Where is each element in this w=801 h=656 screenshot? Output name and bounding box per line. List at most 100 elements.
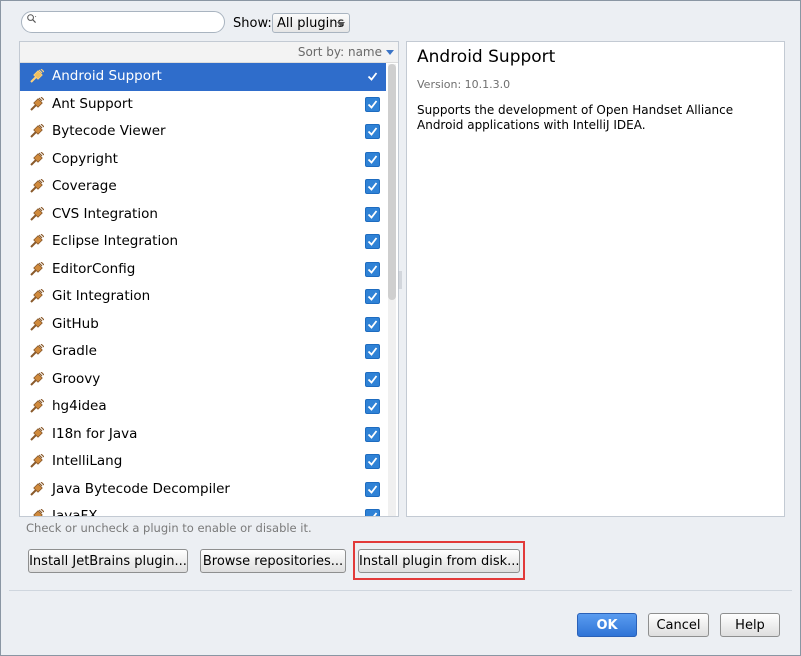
plugin-enable-checkbox[interactable] <box>365 96 380 112</box>
checkmark-icon <box>367 292 378 301</box>
plugin-icon <box>30 344 44 358</box>
plugin-enable-checkbox[interactable] <box>365 426 380 442</box>
plugin-icon <box>30 179 44 193</box>
plugin-row[interactable]: Java Bytecode Decompiler <box>20 476 386 504</box>
plugin-row[interactable]: Gradle <box>20 338 386 366</box>
plugin-icon <box>30 234 44 248</box>
plugin-row[interactable]: Git Integration <box>20 283 386 311</box>
plugin-row[interactable]: I18n for Java <box>20 421 386 449</box>
plugin-row[interactable]: hg4idea <box>20 393 386 421</box>
plugin-enable-checkbox[interactable] <box>365 124 380 139</box>
plugin-enable-checkbox[interactable] <box>365 289 380 304</box>
checkmark-icon <box>367 72 378 81</box>
plugin-icon <box>30 454 44 468</box>
checkmark-icon <box>367 237 378 246</box>
plugin-row[interactable]: EditorConfig <box>20 256 386 284</box>
plugin-icon <box>30 69 44 83</box>
plugin-enable-checkbox[interactable] <box>365 151 380 167</box>
checkmark-icon <box>367 127 378 136</box>
install-jetbrains-plugin-button[interactable]: Install JetBrains plugin... <box>28 549 188 573</box>
checkmark-icon <box>367 99 378 109</box>
plugin-row[interactable]: Android Support <box>20 63 386 91</box>
hint-text: Check or uncheck a plugin to enable or d… <box>26 521 312 535</box>
plugin-icon <box>30 151 44 166</box>
plugin-row[interactable]: GitHub <box>20 311 386 339</box>
plugin-icon <box>33 509 44 516</box>
plugin-icon <box>30 289 44 303</box>
plugin-enable-checkbox[interactable] <box>365 206 380 222</box>
plugin-enable-checkbox[interactable] <box>365 261 380 277</box>
sort-bar[interactable]: Sort by: name <box>20 42 398 63</box>
plugin-name: Eclipse Integration <box>52 233 179 249</box>
sort-label[interactable]: Sort by: name <box>298 45 382 59</box>
plugin-icon <box>30 261 44 276</box>
plugin-enable-checkbox[interactable] <box>365 234 380 249</box>
plugin-name: Coverage <box>52 178 117 194</box>
plugin-icon <box>30 124 44 138</box>
checkmark-icon <box>367 209 378 219</box>
plugin-name: Bytecode Viewer <box>52 123 166 139</box>
plugin-name: Git Integration <box>52 288 151 304</box>
plugin-name: CVS Integration <box>52 205 158 222</box>
plugin-enable-checkbox[interactable] <box>365 344 380 359</box>
plugin-list: Android Support Ant Support Bytecode Viewe… <box>20 63 386 517</box>
plugin-icon <box>30 426 44 441</box>
plugin-enable-checkbox[interactable] <box>365 454 380 469</box>
plugin-icon <box>30 399 44 413</box>
plugin-name: IntelliLang <box>52 453 123 469</box>
plugin-enable-checkbox[interactable] <box>365 509 380 516</box>
checkmark-icon <box>367 264 378 274</box>
plugin-row[interactable]: Ant Support <box>20 91 386 119</box>
plugin-enable-checkbox[interactable] <box>365 481 380 497</box>
plugin-name: GitHub <box>52 315 99 332</box>
plugin-row[interactable]: JavaFX <box>20 503 386 517</box>
plugin-name: Android Support <box>52 68 162 84</box>
search-input[interactable] <box>21 11 225 33</box>
plugin-name: Java Bytecode Decompiler <box>52 480 230 497</box>
plugin-enable-checkbox[interactable] <box>365 179 380 194</box>
checkmark-icon <box>367 319 378 329</box>
plugin-name: Gradle <box>52 343 97 359</box>
plugin-enable-checkbox[interactable] <box>365 399 380 414</box>
plugin-enable-checkbox[interactable] <box>365 371 380 387</box>
plugin-enable-checkbox[interactable] <box>365 316 380 332</box>
plugin-row[interactable]: Groovy <box>20 366 386 394</box>
checkmark-icon <box>367 182 378 191</box>
plugin-details-panel: Android Support Version: 10.1.3.0 Suppor… <box>406 41 785 517</box>
plugin-row[interactable]: CVS Integration <box>20 201 386 229</box>
plugin-icon <box>30 96 44 111</box>
plugin-enable-checkbox[interactable] <box>365 69 380 84</box>
ok-button[interactable]: OK <box>577 613 637 637</box>
checkmark-icon <box>367 374 378 384</box>
plugin-list-scrollbar[interactable] <box>388 64 396 516</box>
help-button[interactable]: Help <box>720 613 780 637</box>
cancel-button[interactable]: Cancel <box>648 613 709 637</box>
plugin-row[interactable]: Bytecode Viewer <box>20 118 386 146</box>
checkmark-icon <box>367 457 378 466</box>
plugin-name: Ant Support <box>52 95 133 112</box>
plugins-dialog: Show: All plugins Sort by: name Android … <box>0 0 801 656</box>
browse-repositories-button[interactable]: Browse repositories... <box>200 549 346 573</box>
splitter-handle[interactable] <box>398 271 402 289</box>
show-label: Show: <box>233 16 272 31</box>
plugin-list-panel: Sort by: name Android Support Ant Support… <box>19 41 399 517</box>
plugin-row[interactable]: Coverage <box>20 173 386 201</box>
plugin-row[interactable]: IntelliLang <box>20 448 386 476</box>
sort-arrow-icon <box>386 50 394 55</box>
scrollbar-thumb[interactable] <box>388 64 396 300</box>
chevron-down-icon <box>337 22 345 27</box>
plugin-row[interactable]: Eclipse Integration <box>20 228 386 256</box>
plugin-icon <box>30 206 44 221</box>
plugin-name: JavaFX <box>52 508 98 517</box>
plugin-row[interactable]: Copyright <box>20 146 386 174</box>
checkmark-icon <box>367 154 378 164</box>
show-filter-select[interactable]: All plugins <box>272 13 350 33</box>
plugin-name: Copyright <box>52 150 118 167</box>
checkmark-icon <box>367 402 378 411</box>
plugin-detail-version: Version: 10.1.3.0 <box>417 78 511 91</box>
checkmark-icon <box>367 429 378 439</box>
checkmark-icon <box>367 347 378 356</box>
checkmark-icon <box>367 484 378 494</box>
plugin-detail-description: Supports the development of Open Handset… <box>417 103 734 132</box>
install-plugin-from-disk-button[interactable]: Install plugin from disk... <box>358 549 520 573</box>
